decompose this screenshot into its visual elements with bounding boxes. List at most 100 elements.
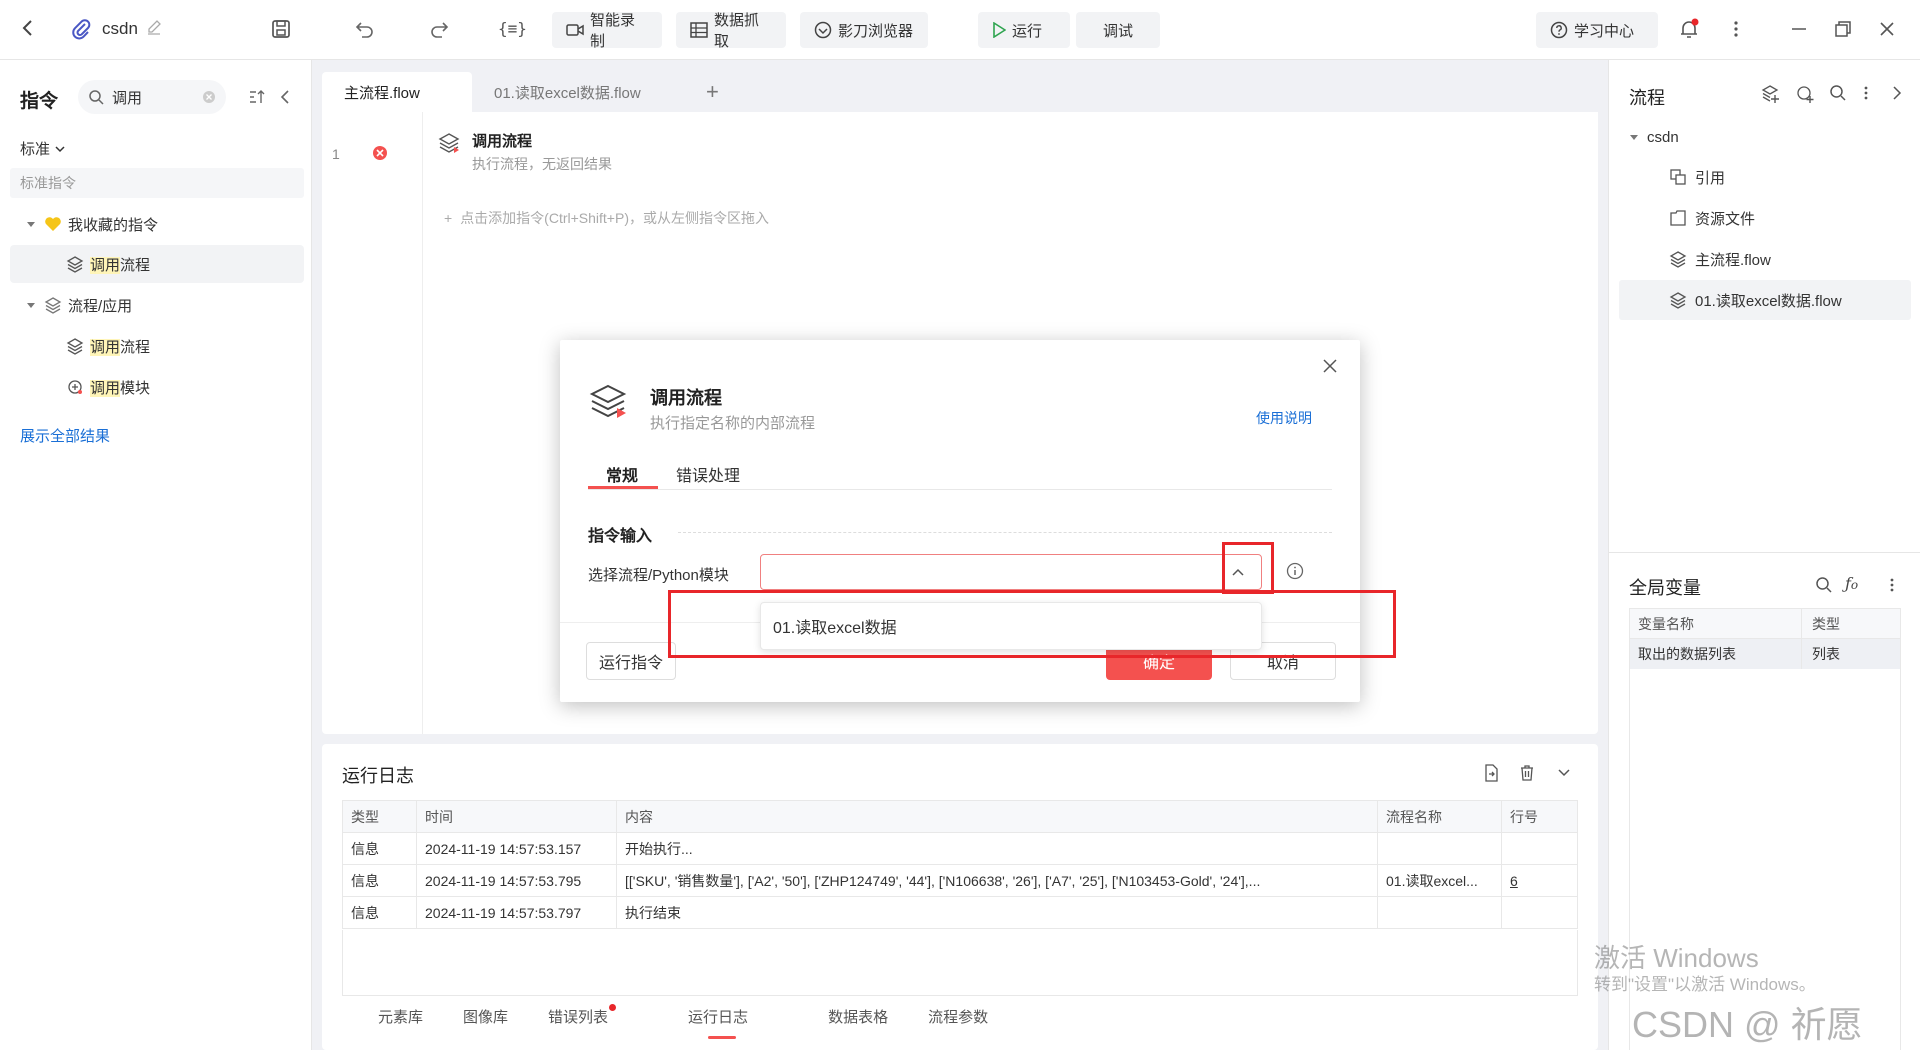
undo-icon[interactable]: [354, 18, 376, 40]
clear-search-icon[interactable]: [202, 90, 216, 104]
save-icon[interactable]: [270, 18, 292, 40]
command-item-call-flow[interactable]: 调用流程: [10, 245, 304, 283]
line-number: 1: [332, 146, 340, 162]
back-arrow-icon[interactable]: [18, 18, 38, 38]
flow-explorer-panel: 流程 csdn 引用 资源文件 主流程.flow 01.读取excel数据.fl…: [1608, 60, 1920, 1050]
shadow-browser-button[interactable]: 影刀浏览器: [800, 12, 928, 48]
layers-icon: [44, 296, 62, 314]
function-fx-icon[interactable]: ƒo: [1845, 574, 1858, 593]
log-empty-area: [342, 930, 1578, 996]
tab-main-flow[interactable]: 主流程.flow: [322, 72, 472, 112]
redo-icon[interactable]: [428, 18, 450, 40]
standard-filter-dropdown[interactable]: 标准: [20, 138, 66, 159]
field-label: 选择流程/Python模块: [588, 567, 729, 584]
run-log-panel: 运行日志 类型 时间 内容 流程名称 行号 信息 2024-11-19 14:5…: [322, 744, 1598, 1050]
table-row[interactable]: 信息 2024-11-19 14:57:53.795 [['SKU', '销售数…: [342, 864, 1578, 897]
close-icon[interactable]: [1322, 358, 1338, 374]
trash-icon[interactable]: [1518, 764, 1536, 782]
debug-button[interactable]: 调试: [1076, 12, 1160, 48]
section-header: 标准指令: [10, 168, 304, 198]
step-description: 执行流程，无返回结果: [472, 156, 612, 172]
flow-module-select[interactable]: [760, 554, 1262, 590]
tree-item-read-excel-flow[interactable]: 01.读取excel数据.flow: [1669, 281, 1842, 319]
line-number-link[interactable]: 6: [1501, 864, 1578, 897]
plus-icon: +: [444, 210, 453, 226]
learning-center-button[interactable]: 学习中心: [1536, 12, 1658, 48]
tab-image-library[interactable]: 图像库: [463, 1006, 508, 1027]
close-window-icon[interactable]: [1878, 20, 1896, 38]
table-row[interactable]: 取出的数据列表 列表: [1630, 639, 1900, 669]
step-title[interactable]: 调用流程: [472, 130, 532, 151]
error-dot-badge: [609, 1004, 617, 1011]
smart-record-button[interactable]: 智能录制: [552, 12, 662, 50]
table-row[interactable]: 信息 2024-11-19 14:57:53.797 执行结束: [342, 896, 1578, 929]
command-item-call-module[interactable]: 调用模块: [10, 368, 304, 406]
command-item-call-flow[interactable]: 调用流程: [10, 327, 304, 365]
tab-general[interactable]: 常规: [606, 462, 638, 486]
export-file-icon[interactable]: [1482, 764, 1500, 782]
gutter-divider: [422, 112, 423, 734]
tree-item-references[interactable]: 引用: [1669, 158, 1725, 196]
layers-icon: [1669, 250, 1687, 268]
tree-root-csdn[interactable]: csdn: [1629, 118, 1679, 156]
tree-group-favorites[interactable]: 我收藏的指令: [10, 205, 304, 243]
collapse-panel-icon[interactable]: [278, 88, 292, 106]
more-vertical-icon[interactable]: [1863, 84, 1869, 102]
chevron-down-icon[interactable]: [1556, 764, 1572, 780]
add-tab-button[interactable]: +: [684, 72, 741, 112]
annotation-box-chevron: [1222, 542, 1274, 594]
active-tab-indicator: [708, 1036, 737, 1039]
sort-icon[interactable]: [248, 88, 266, 106]
log-table: 类型 时间 内容 流程名称 行号 信息 2024-11-19 14:57:53.…: [342, 800, 1578, 929]
log-title: 运行日志: [342, 766, 414, 786]
caret-down-icon: [1629, 132, 1639, 142]
code-view-icon[interactable]: {≡}: [498, 19, 527, 38]
tab-read-excel-flow[interactable]: 01.读取excel数据.flow: [472, 72, 663, 112]
notification-bell-icon[interactable]: [1678, 18, 1700, 40]
table-row[interactable]: 信息 2024-11-19 14:57:53.157 开始执行...: [342, 832, 1578, 865]
info-icon[interactable]: [1286, 562, 1304, 580]
tab-error-list[interactable]: 错误列表: [548, 1004, 648, 1027]
csdn-author-watermark: CSDN @ 祈愿: [1632, 1004, 1863, 1045]
tab-flow-params[interactable]: 流程参数: [928, 1006, 988, 1027]
add-module-icon[interactable]: [1795, 84, 1815, 104]
layers-icon: [588, 382, 628, 422]
annotation-box-dropdown: [668, 590, 1396, 658]
layers-icon: [438, 132, 460, 154]
layers-icon: [66, 337, 84, 355]
layers-icon: [1669, 291, 1687, 309]
show-all-results-link[interactable]: 展示全部结果: [20, 425, 110, 446]
tree-item-resources[interactable]: 资源文件: [1669, 199, 1755, 237]
search-icon: [88, 89, 104, 105]
add-command-hint[interactable]: + 点击添加指令(Ctrl+Shift+P)，或从左侧指令区拖入: [444, 208, 769, 228]
dialog-subtitle: 执行指定名称的内部流程: [650, 415, 816, 432]
restore-window-icon[interactable]: [1834, 20, 1852, 38]
link-copy-icon: [1669, 168, 1687, 186]
play-icon: [992, 22, 1006, 38]
browser-logo-icon: [814, 21, 832, 39]
search-icon[interactable]: [1829, 84, 1847, 102]
tab-data-table[interactable]: 数据表格: [828, 1006, 888, 1027]
minimize-icon[interactable]: [1790, 20, 1808, 38]
heart-icon: [44, 216, 62, 232]
tree-item-main-flow[interactable]: 主流程.flow: [1669, 240, 1771, 278]
tab-element-library[interactable]: 元素库: [378, 1006, 423, 1027]
run-command-button[interactable]: 运行指令: [586, 642, 676, 680]
more-vertical-icon[interactable]: [1889, 576, 1895, 594]
edit-pencil-icon[interactable]: [146, 19, 162, 35]
data-capture-button[interactable]: 数据抓取: [676, 12, 786, 50]
tab-run-log[interactable]: 运行日志: [688, 1006, 788, 1039]
table-header-row: 类型 时间 内容 流程名称 行号: [342, 800, 1578, 833]
run-button[interactable]: 运行: [978, 12, 1070, 48]
search-icon[interactable]: [1815, 576, 1833, 594]
tree-group-flow-app[interactable]: 流程/应用: [10, 286, 304, 324]
windows-activation-hint: 转到"设置"以激活 Windows。: [1594, 975, 1816, 994]
command-search-input[interactable]: 调用: [78, 80, 226, 114]
help-link[interactable]: 使用说明: [1256, 408, 1312, 428]
section-title: 指令输入: [588, 528, 653, 545]
more-vertical-icon[interactable]: [1732, 18, 1740, 40]
tab-error-handling[interactable]: 错误处理: [676, 462, 740, 486]
top-toolbar: csdn {≡} 智能录制 数据抓取 影刀浏览器 运行 调试 学习中心: [0, 0, 1920, 60]
add-flow-icon[interactable]: [1761, 84, 1781, 104]
collapse-right-icon[interactable]: [1891, 84, 1903, 102]
